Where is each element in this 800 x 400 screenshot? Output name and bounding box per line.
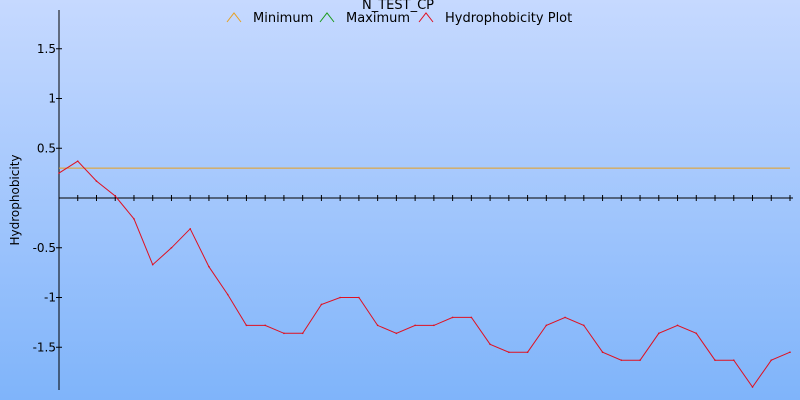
hydrophobicity-point [358,296,360,299]
hydrophobicity-point [601,351,604,354]
hydrophobicity-point [320,303,323,306]
hydrophobicity-point [95,180,98,182]
y-tick-label: -1.5 [33,340,56,354]
hydrophobicity-point [301,332,304,335]
legend-hydrophobicity-plot-label: Hydrophobicity Plot [445,11,572,26]
hydrophobicity-point [732,359,735,361]
hydrophobicity-point [639,359,641,361]
hydrophobicity-point [189,228,192,230]
hydrophobicity-point [508,351,510,354]
hydrophobicity-point [583,324,585,327]
y-tick-label: -1 [44,291,56,305]
hydrophobicity-point [133,218,135,220]
y-tick-label: 1.5 [37,42,56,56]
y-tick-label: -0.5 [33,241,56,255]
legend: Minimum Maximum Hydrophobicity Plot [226,11,572,26]
y-axis-title: Hydrophobicity [8,154,22,245]
hydrophobicity-point [470,316,473,319]
hydrophobicity-point [264,324,266,327]
hydrophobicity-point [451,316,454,319]
hydrophobicity-point [58,172,60,174]
hydrophobicity-point [151,263,154,266]
hydrophobicity-point [695,332,698,335]
hydrophobicity-point [283,332,285,335]
hydrophobicity-point [433,324,435,327]
chart-background [0,0,800,400]
hydrophobicity-point [339,296,341,299]
hydrophobicity-point [208,265,210,268]
y-tick-label: 0.5 [37,141,56,155]
hydrophobicity-point [545,324,548,327]
hydrophobicity-point [114,195,117,197]
legend-minimum-label: Minimum [253,11,313,26]
hydrophobicity-point [564,316,566,319]
hydrophobicity-point [676,324,679,327]
legend-maximum-label: Maximum [346,11,410,26]
hydrophobicity-point [620,359,623,361]
hydrophobicity-point [170,246,173,249]
hydrophobicity-point [751,386,754,388]
hydrophobicity-point [245,324,248,327]
hydrophobicity-point [76,160,79,162]
hydrophobicity-point [657,332,660,335]
hydrophobicity-point [714,359,716,361]
hydrophobicity-point [395,332,398,335]
hydrophobicity-point [376,324,379,327]
hydrophobicity-point [770,359,773,361]
hydrophobicity-point [789,351,791,354]
hydrophobicity-point [526,351,529,354]
hydrophobicity-chart: 1.510.5-0.5-1-1.5 N_TEST_CP Hydrophobici… [0,0,800,400]
hydrophobicity-point [489,343,491,346]
y-tick-label: 1 [48,92,56,106]
hydrophobicity-point [226,293,229,296]
hydrophobicity-point [414,324,416,327]
